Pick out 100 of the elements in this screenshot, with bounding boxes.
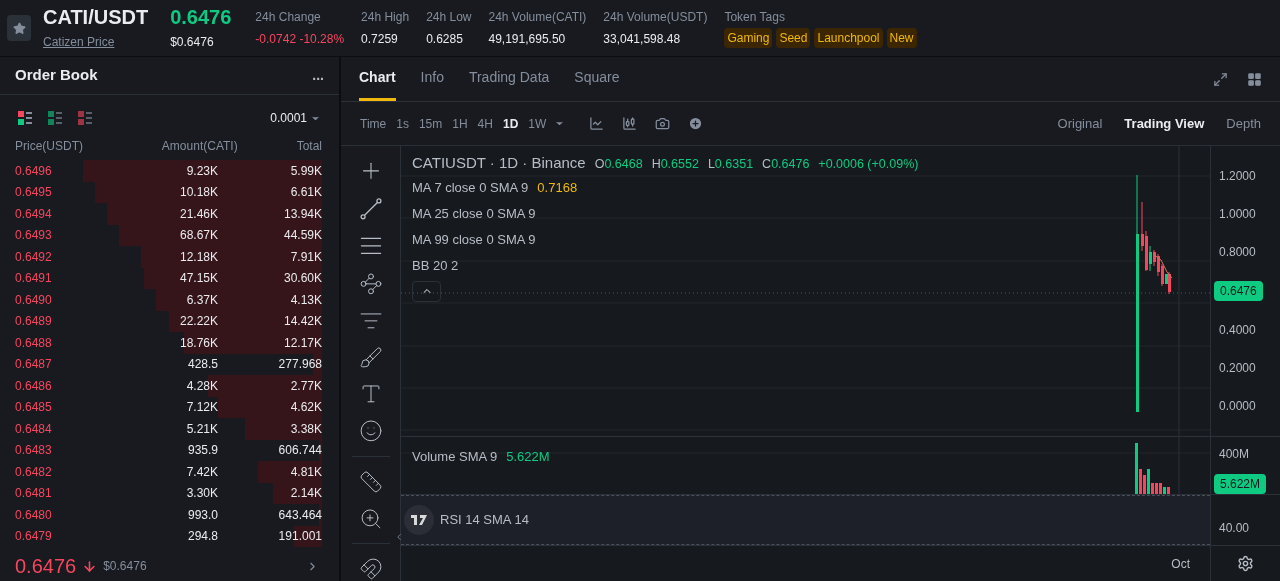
rsi-axis-label: 40.00: [1219, 520, 1250, 537]
ask-total: 4.13K: [290, 291, 322, 309]
stat-value: 0.6285: [426, 31, 464, 48]
ask-amount: 6.37K: [186, 291, 218, 309]
more-button[interactable]: ...: [312, 65, 324, 86]
brush-icon[interactable]: [358, 345, 383, 370]
stat-label: 24h Volume(CATI): [488, 9, 587, 26]
indicator-icon[interactable]: [589, 116, 605, 131]
ask-amount: 10.18K: [179, 184, 218, 202]
ask-total: 12.17K: [283, 334, 322, 352]
ask-total: 14.42K: [283, 313, 322, 331]
ask-amount: 993.0: [187, 506, 218, 524]
price-tag: 0.6476: [1214, 281, 1263, 301]
ask-price: 0.6486: [15, 377, 53, 395]
price-axis-label: 1.2000: [1219, 168, 1257, 185]
ask-total: 3.38K: [290, 420, 322, 438]
ohlc-value: H0.6552: [651, 156, 699, 173]
ask-total: 6.61K: [290, 184, 322, 202]
ask-amount: 21.46K: [179, 205, 218, 223]
ask-price: 0.6484: [15, 420, 53, 438]
ask-price: 0.6491: [15, 270, 53, 288]
chart-view-option[interactable]: Trading View: [1124, 113, 1205, 134]
indicator-value: 0.7168: [537, 178, 578, 197]
ask-amount: 7.42K: [186, 463, 218, 481]
candlestick-icon[interactable]: [622, 116, 638, 131]
stat-label: 24h Change: [255, 9, 322, 26]
ask-amount: 428.5: [187, 356, 218, 374]
ask-price: 0.6479: [15, 528, 53, 546]
interval-option[interactable]: 4H: [477, 114, 493, 133]
zoom-in-icon[interactable]: [358, 506, 383, 531]
chart-view-option[interactable]: Original: [1057, 113, 1103, 134]
ask-amount: 5.21K: [186, 420, 218, 438]
price-axis-label: 1.0000: [1219, 206, 1257, 223]
fullscreen-icon[interactable]: [1213, 71, 1228, 87]
ask-total: 277.968: [278, 356, 322, 374]
coin-price-link[interactable]: Catizen Price: [43, 33, 149, 51]
token-tag[interactable]: Gaming: [724, 28, 773, 48]
rsi-label: RSI 14 SMA 14: [440, 511, 529, 530]
ask-total: 5.99K: [290, 162, 322, 180]
token-tag[interactable]: New: [886, 28, 917, 48]
chart-tab[interactable]: Info: [420, 57, 444, 101]
last-price-usd: $0.6476: [170, 34, 215, 51]
ask-price: 0.6488: [15, 334, 53, 352]
ask-amount: 935.9: [187, 442, 218, 460]
ask-amount: 4.28K: [186, 377, 218, 395]
ask-price: 0.6485: [15, 399, 53, 417]
ask-price: 0.6490: [15, 291, 53, 309]
chart-view-option[interactable]: Depth: [1226, 113, 1261, 134]
ruler-icon[interactable]: [358, 469, 383, 494]
precision-dropdown[interactable]: 0.0001: [270, 109, 321, 127]
indicator-label: MA 25 close 0 SMA 9: [412, 204, 536, 223]
last-price: 0.6476: [170, 5, 232, 29]
chart-tab[interactable]: Chart: [359, 57, 396, 101]
ask-amount: 68.67K: [179, 227, 218, 245]
stat-label: 24h Low: [426, 9, 472, 26]
camera-icon[interactable]: [655, 116, 671, 131]
ask-amount: 3.30K: [186, 485, 218, 503]
order-book-view-icon[interactable]: [47, 110, 63, 126]
stat-label: 24h High: [361, 9, 410, 26]
column-header: Price(USDT): [15, 138, 84, 155]
interval-option[interactable]: 1D: [502, 114, 519, 133]
layout-icon[interactable]: [1247, 71, 1262, 87]
token-tag[interactable]: Launchpool: [814, 28, 883, 48]
stat-value: 33,041,598.48: [603, 31, 682, 48]
ask-price: 0.6495: [15, 184, 53, 202]
chart-tab[interactable]: Trading Data: [468, 57, 550, 101]
chart-tab[interactable]: Square: [574, 57, 620, 101]
pattern-icon[interactable]: [358, 272, 383, 296]
settings-icon[interactable]: [1237, 555, 1254, 572]
favorite-button[interactable]: [7, 15, 31, 41]
trend-line-icon[interactable]: [358, 196, 383, 221]
magnet-icon[interactable]: [358, 557, 383, 581]
ask-price: 0.6480: [15, 506, 53, 524]
interval-option[interactable]: 1s: [396, 114, 409, 133]
ask-total: 30.60K: [283, 270, 322, 288]
ask-total: 191.001: [278, 528, 322, 546]
ask-price: 0.6481: [15, 485, 53, 503]
token-tag[interactable]: Seed: [776, 28, 811, 48]
order-book-view-icon[interactable]: [17, 110, 33, 126]
add-icon[interactable]: [688, 116, 704, 131]
ohlc-value: C0.6476: [762, 156, 810, 173]
chevron-left-icon[interactable]: [394, 532, 404, 542]
emoji-icon[interactable]: [358, 419, 383, 443]
chart-symbol: CATIUSDT · 1D · Binance: [412, 153, 586, 173]
interval-option[interactable]: 1H: [452, 114, 468, 133]
interval-option[interactable]: 1W: [528, 114, 547, 133]
ask-total: 44.59K: [283, 227, 322, 245]
indicator-label: MA 7 close 0 SMA 9: [412, 178, 529, 197]
ask-price: 0.6483: [15, 442, 53, 460]
ask-price: 0.6492: [15, 248, 53, 266]
ask-price: 0.6496: [15, 162, 53, 180]
volume-value: 5.622M: [506, 448, 550, 466]
interval-option[interactable]: 15m: [418, 114, 443, 133]
ask-amount: 12.18K: [179, 248, 218, 266]
column-header: Amount(CATI): [160, 138, 238, 155]
volume-label: Volume SMA 9: [412, 448, 498, 466]
interval-option[interactable]: Time: [360, 114, 387, 133]
price-axis-label: 0.0000: [1219, 398, 1257, 415]
ask-total: 4.62K: [290, 399, 322, 417]
price-axis-label: 0.2000: [1219, 360, 1257, 377]
